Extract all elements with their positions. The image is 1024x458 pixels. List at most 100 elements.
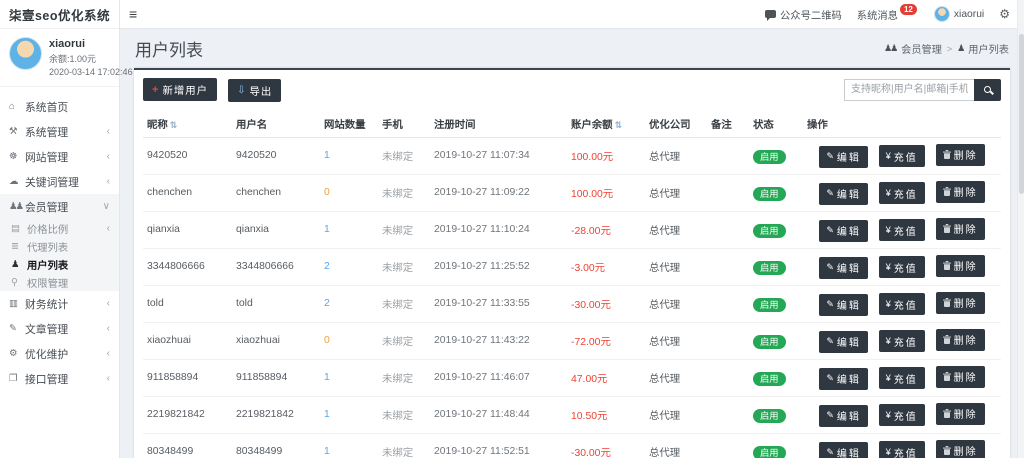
edit-button[interactable]: ✎编辑 [819,368,868,390]
edit-button[interactable]: ✎编辑 [819,294,868,316]
user-table: 昵称⇅ 用户名 网站数量 手机 注册时间 账户余额⇅ 优化公司 备注 状态 操作 [143,110,1001,458]
export-button[interactable]: ⇩ 导出 [228,79,281,102]
delete-button[interactable]: 删除 [936,329,985,351]
toolbar-left: + 新增用户 ⇩ 导出 [143,78,289,102]
cell-username: 911858894 [232,359,320,396]
site-count-link[interactable]: 2 [324,298,330,309]
sidebar-item[interactable]: ♟♟ 会员管理 ∨ [0,194,119,219]
recharge-button[interactable]: ¥充值 [879,293,925,315]
cell-phone: 未绑定 [378,322,430,359]
recharge-button[interactable]: ¥充值 [879,145,925,167]
site-count-link[interactable]: 1 [324,150,330,161]
edit-button[interactable]: ✎编辑 [819,331,868,353]
cell-nickname: 2219821842 [143,396,232,433]
credit-card-icon: ▥ [9,298,25,309]
sidebar-item[interactable]: ≣ 代理列表 [0,237,119,255]
sort-icon[interactable]: ⇅ [615,120,623,130]
edit-button[interactable]: ✎编辑 [819,405,868,427]
sidebar-item[interactable]: ⚒ 系统管理 ‹ [0,119,119,144]
sidebar-item[interactable]: ⌂ 系统首页 [0,94,119,119]
recharge-button[interactable]: ¥充值 [879,441,925,458]
recharge-button[interactable]: ¥充值 [879,330,925,352]
site-count-link[interactable]: 0 [324,335,330,346]
delete-button[interactable]: 删除 [936,403,985,425]
breadcrumb-current: 用户列表 [968,41,1009,56]
sidebar-item[interactable]: ☸ 网站管理 ‹ [0,144,119,169]
home-icon: ⌂ [9,101,25,112]
cell-company: 总代理 [645,396,707,433]
delete-button[interactable]: 删除 [936,440,985,458]
table-row: chenchen chenchen 0 未绑定 2019-10-27 11:09… [143,174,1001,211]
tools-icon: ⚙ [9,348,25,359]
sidebar-item[interactable]: ☁ 关键词管理 ‹ [0,169,119,194]
col-nickname[interactable]: 昵称⇅ [143,110,232,138]
trash-icon [943,298,951,307]
breadcrumb-link[interactable]: 会员管理 [901,41,942,56]
qr-code-link[interactable]: 公众号二维码 [765,7,842,22]
col-site-count: 网站数量 [320,110,378,138]
status-badge: 启用 [753,224,786,238]
delete-button[interactable]: 删除 [936,366,985,388]
chevron-left-icon: ‹ [107,151,110,162]
cell-username: 80348499 [232,433,320,458]
table-row: told told 2 未绑定 2019-10-27 11:33:55 -30.… [143,285,1001,322]
status-badge: 启用 [753,261,786,275]
cell-actions: ✎编辑 ¥充值 删除 [803,322,1001,359]
site-count-link[interactable]: 1 [324,372,330,383]
sidebar-item[interactable]: ⚙ 优化维护 ‹ [0,341,119,366]
recharge-button[interactable]: ¥充值 [879,367,925,389]
cell-actions: ✎编辑 ¥充值 删除 [803,174,1001,211]
sidebar-item[interactable]: ❐ 接口管理 ‹ [0,366,119,391]
site-count-link[interactable]: 0 [324,187,330,198]
delete-button[interactable]: 删除 [936,218,985,240]
sidebar-item[interactable]: ▥ 财务统计 ‹ [0,291,119,316]
cogs-icon[interactable]: ⚙ [999,7,1010,21]
edit-button[interactable]: ✎编辑 [819,442,868,458]
site-count-link[interactable]: 1 [324,224,330,235]
status-badge: 启用 [753,187,786,201]
cell-nickname: xiaozhuai [143,322,232,359]
recharge-button[interactable]: ¥充值 [879,182,925,204]
yen-icon: ¥ [886,336,891,346]
sidebar-item[interactable]: ▤ 价格比例 ‹ [0,219,119,237]
delete-button[interactable]: 删除 [936,255,985,277]
system-messages-link[interactable]: 系统消息12 [857,7,919,22]
search-input[interactable] [844,79,974,101]
navbar-user[interactable]: xiaorui [934,6,984,22]
delete-button[interactable]: 删除 [936,181,985,203]
edit-icon: ✎ [826,188,834,199]
site-count-link[interactable]: 2 [324,261,330,272]
site-count-link[interactable]: 1 [324,446,330,457]
add-user-button[interactable]: + 新增用户 [143,78,217,101]
trash-icon [943,372,951,381]
edit-button[interactable]: ✎编辑 [819,183,868,205]
sidebar-item[interactable]: ⚲ 权限管理 [0,273,119,291]
recharge-button[interactable]: ¥充值 [879,219,925,241]
key-icon: ⚲ [11,277,27,288]
recharge-button[interactable]: ¥充值 [879,256,925,278]
site-count-link[interactable]: 1 [324,409,330,420]
sidebar-item[interactable]: ✎ 文章管理 ‹ [0,316,119,341]
scrollbar[interactable] [1017,0,1024,458]
delete-button[interactable]: 删除 [936,144,985,166]
search-button[interactable] [974,79,1001,101]
recharge-button[interactable]: ¥充值 [879,404,925,426]
menu-icon[interactable]: ≡ [129,7,137,21]
edit-icon: ✎ [826,373,834,384]
col-balance[interactable]: 账户余额⇅ [567,110,645,138]
cell-username: 9420520 [232,137,320,174]
cell-username: xiaozhuai [232,322,320,359]
scrollbar-thumb[interactable] [1019,34,1024,194]
delete-button[interactable]: 删除 [936,292,985,314]
sidebar: 柒壹seo优化系统 xiaorui 余额:1.00元 2020-03-14 17… [0,0,120,458]
edit-button[interactable]: ✎编辑 [819,220,868,242]
col-reg-time: 注册时间 [430,110,567,138]
sort-icon[interactable]: ⇅ [170,120,178,130]
edit-icon: ✎ [9,323,25,334]
sidebar-item[interactable]: ♟ 用户列表 [0,255,119,273]
plug-icon: ❐ [9,373,25,384]
cell-phone: 未绑定 [378,211,430,248]
edit-button[interactable]: ✎编辑 [819,257,868,279]
cell-username: 3344806666 [232,248,320,285]
edit-button[interactable]: ✎编辑 [819,146,868,168]
